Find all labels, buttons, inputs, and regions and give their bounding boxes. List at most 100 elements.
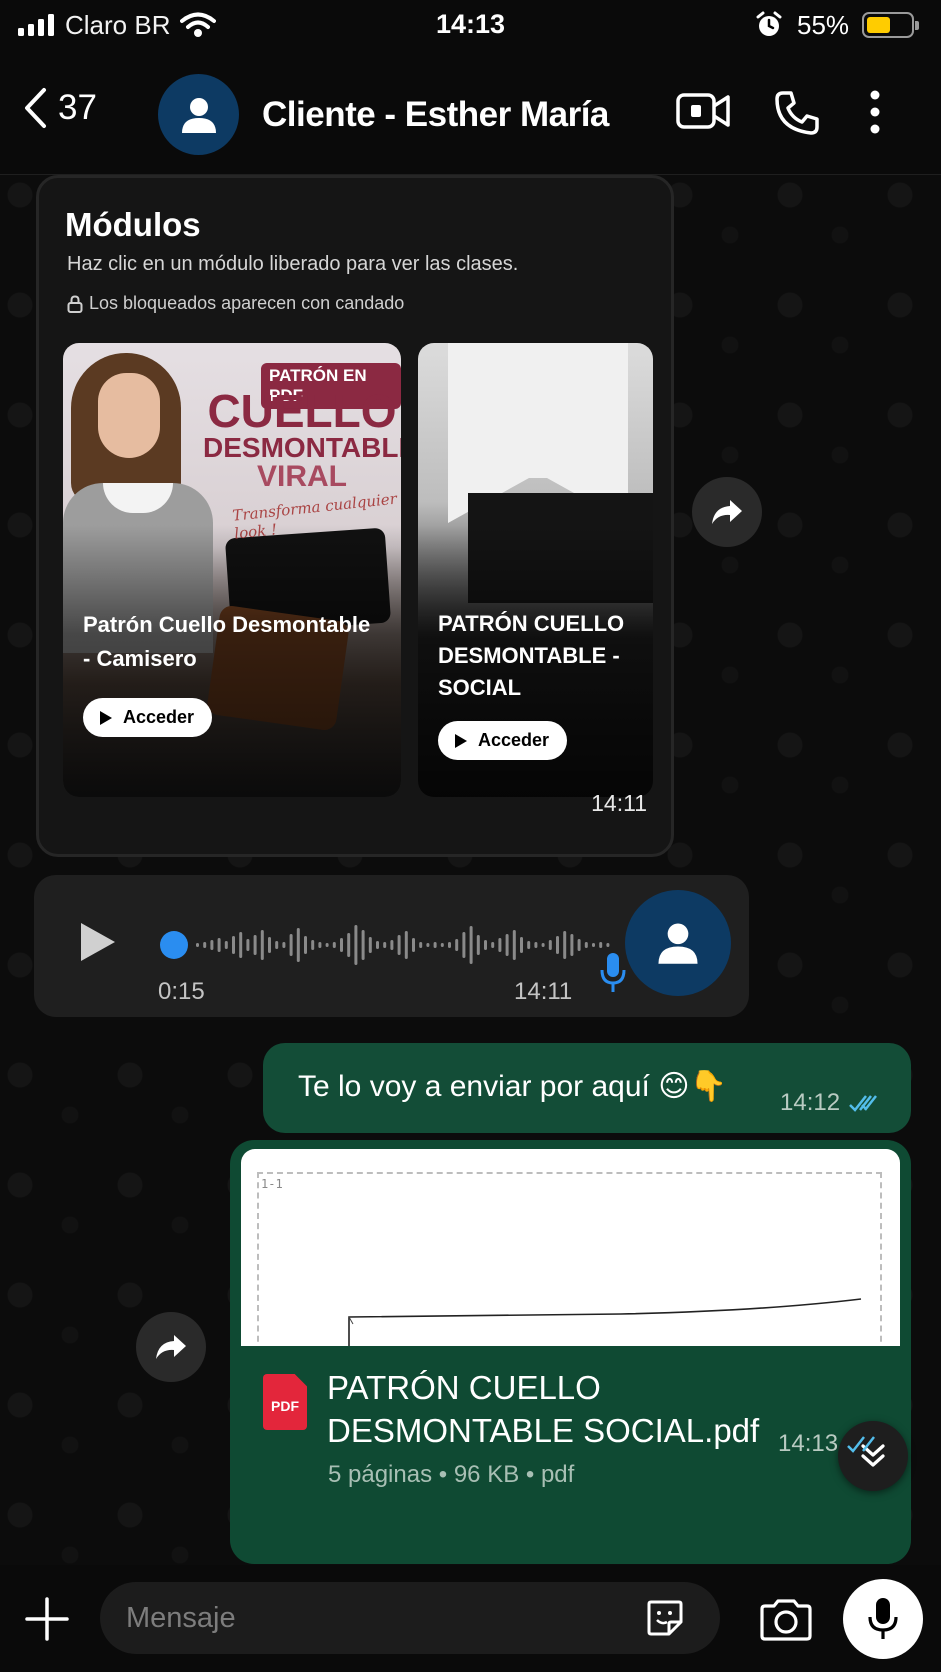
waveform-bar: [390, 940, 394, 950]
promo-headline: CUELLO DESMONTABLE VIRAL: [203, 385, 401, 493]
document-message[interactable]: 1-1 PDF PATRÓN CUELLO DESMONTABLE SOCIAL…: [230, 1140, 911, 1564]
message-time: 14:13: [778, 1430, 839, 1457]
waveform-bar: [512, 930, 516, 960]
forward-icon: [712, 500, 742, 524]
waveform-bar: [541, 943, 545, 947]
waveform-bar: [304, 936, 307, 954]
forward-button[interactable]: [692, 477, 762, 547]
waveform-bar: [260, 930, 264, 960]
message-meta: 14:13: [778, 1430, 878, 1458]
waveform-bar: [491, 942, 495, 948]
message-time: 14:11: [514, 978, 573, 1005]
module-tile-camisero[interactable]: PATRÓN EN PDF CUELLO DESMONTABLE VIRAL T…: [63, 343, 401, 797]
waveform-bar: [347, 933, 351, 957]
message-field[interactable]: [100, 1582, 720, 1654]
waveform-bar: [433, 942, 437, 948]
module-label: PATRÓN CUELLO DESMONTABLE - SOCIAL: [438, 611, 625, 700]
record-voice-button[interactable]: [843, 1579, 923, 1659]
voice-message: 0:15 14:11: [34, 875, 749, 1017]
waveform-bar: [476, 935, 480, 955]
acceder-button[interactable]: Acceder: [83, 698, 213, 737]
back-button[interactable]: 37: [22, 87, 97, 129]
waveform-bar: [448, 942, 451, 948]
modules-subtitle: Haz clic en un módulo liberado para ver …: [67, 253, 519, 275]
waveform-bar: [340, 938, 343, 952]
sender-avatar: [625, 890, 731, 996]
more-options-icon[interactable]: [868, 89, 882, 135]
waveform-bar: [282, 942, 286, 948]
microphone-icon: [868, 1598, 898, 1639]
waveform-bar: [275, 941, 279, 949]
play-icon[interactable]: [79, 921, 117, 963]
play-icon: [455, 733, 467, 748]
waveform-bar: [203, 942, 207, 948]
waveform-bar: [253, 935, 257, 955]
contact-avatar[interactable]: [158, 74, 239, 155]
chevron-left-icon: [25, 88, 46, 128]
waveform-bar: [196, 943, 199, 947]
message-time: 14:12: [780, 1089, 841, 1116]
waveform-bar: [289, 934, 293, 956]
outgoing-message: Te lo voy a enviar por aquí 😊👇 14:12: [263, 1043, 911, 1133]
waveform-bar: [469, 926, 473, 964]
message-text: Te lo voy a enviar por aquí 😊👇: [298, 1070, 727, 1103]
module-tile-social[interactable]: PATRÓN CUELLO DESMONTABLE - SOCIAL Acced…: [418, 343, 653, 797]
waveform-bar: [577, 939, 581, 951]
plus-icon[interactable]: [25, 1597, 69, 1641]
message-meta: 14:12: [780, 1089, 880, 1117]
lock-note: Los bloqueados aparecen con candado: [67, 293, 404, 314]
waveform-bar: [534, 942, 538, 948]
contact-name[interactable]: Cliente - Esther María: [262, 95, 609, 135]
waveform-bar: [563, 931, 567, 959]
waveform-bar: [332, 942, 336, 948]
chat-header: 37 Cliente - Esther María: [0, 52, 941, 175]
message-time: 14:11: [591, 790, 647, 816]
waveform-bar: [570, 934, 574, 956]
waveform-bar: [383, 942, 387, 948]
video-call-icon[interactable]: [676, 91, 730, 131]
microphone-icon: [600, 953, 626, 992]
waveform-bar: [239, 932, 243, 958]
waveform-bar: [606, 943, 610, 947]
audio-waveform[interactable]: [156, 915, 616, 975]
sticker-icon[interactable]: [645, 1598, 685, 1638]
document-meta: 5 páginas • 96 KB • pdf: [328, 1461, 575, 1488]
waveform-bar: [368, 937, 372, 953]
waveform-bar: [376, 941, 379, 949]
modules-card-message: Módulos Haz clic en un módulo liberado p…: [36, 175, 674, 857]
playback-handle: [160, 931, 188, 959]
unread-count: 37: [58, 88, 97, 127]
person-icon: [181, 97, 216, 133]
acceder-button[interactable]: Acceder: [438, 721, 568, 760]
waveform-bar: [599, 942, 603, 948]
phone-icon[interactable]: [773, 89, 821, 137]
waveform-bar: [412, 938, 415, 952]
waveform-bar: [354, 925, 358, 965]
waveform-bar: [318, 942, 322, 948]
waveform-bar: [296, 928, 300, 962]
waveform-bar: [210, 940, 214, 950]
battery-icon: [862, 12, 919, 38]
pdf-file-icon: PDF: [263, 1374, 307, 1430]
alarm-icon: [756, 11, 782, 36]
waveform-bar: [419, 942, 423, 948]
waveform-bar: [556, 936, 559, 954]
camera-icon[interactable]: [758, 1599, 814, 1641]
message-input[interactable]: [126, 1600, 626, 1636]
pattern-drawing: [348, 1298, 862, 1346]
lock-note-text: Los bloqueados aparecen con candado: [89, 293, 405, 313]
waveform-bar: [440, 943, 444, 947]
modules-title: Módulos: [65, 206, 201, 243]
waveform-bar: [426, 943, 430, 947]
person-icon: [658, 923, 698, 964]
forward-button[interactable]: [136, 1312, 206, 1382]
waveform-bar: [325, 943, 329, 947]
waveform-bar: [462, 932, 466, 958]
waveform-bar: [311, 940, 315, 950]
waveform-bar: [484, 940, 487, 950]
document-preview[interactable]: 1-1: [241, 1149, 900, 1346]
forward-icon: [156, 1335, 186, 1359]
waveform-bar: [232, 936, 235, 954]
voice-duration: 0:15: [158, 978, 205, 1005]
waveform-bar: [397, 935, 401, 955]
